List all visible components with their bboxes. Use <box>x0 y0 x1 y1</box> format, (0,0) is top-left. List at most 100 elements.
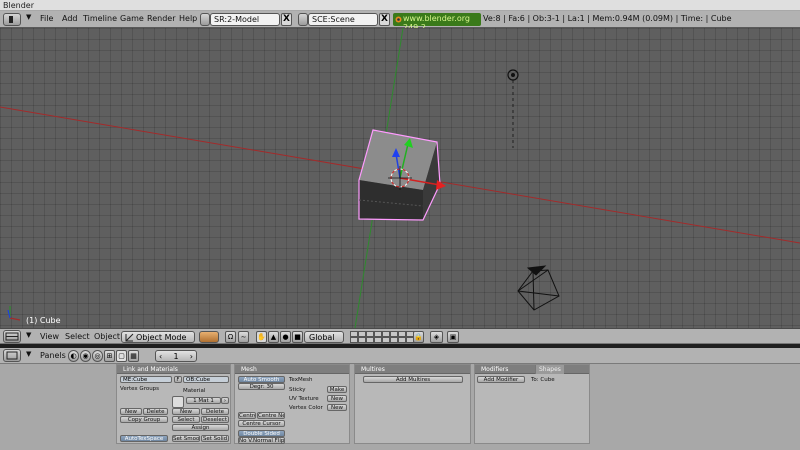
auto-smooth-toggle[interactable]: Auto Smooth <box>238 376 285 383</box>
multires-panel: Multires Add Multires <box>354 364 471 444</box>
screen-browse-button[interactable] <box>200 13 210 26</box>
hand-icon[interactable]: ✋ <box>256 331 267 343</box>
set-solid-button[interactable]: Set Solid <box>201 435 229 442</box>
render-preview-icon[interactable]: ◈ <box>430 331 443 343</box>
modifiers-panel: Modifiers Shapes Add Modifier To: Cube <box>474 364 590 444</box>
screen-name-field[interactable]: SR:2-Model <box>210 13 280 26</box>
material-assign-button[interactable]: Assign <box>172 424 229 431</box>
uv-texture-new-button[interactable]: New <box>327 395 347 402</box>
material-label: Material <box>183 388 206 394</box>
lamp-object <box>507 69 519 148</box>
blender-window: Blender ▼ File Add Timeline Game Render … <box>0 0 800 450</box>
material-delete-button[interactable]: Delete <box>201 408 229 415</box>
menu-view[interactable]: View <box>40 332 59 341</box>
object-mode-icon <box>125 333 134 342</box>
scene-browse-button[interactable] <box>298 13 308 26</box>
menu-help[interactable]: Help <box>179 14 197 23</box>
vertex-color-label: Vertex Color <box>289 405 323 411</box>
screen-delete-button[interactable]: X <box>281 13 292 26</box>
mode-select[interactable]: Object Mode <box>121 331 195 343</box>
add-multires-button[interactable]: Add Multires <box>363 376 463 383</box>
window-type-button[interactable] <box>3 13 21 26</box>
menu-game[interactable]: Game <box>120 14 144 23</box>
layer-lock-icon[interactable]: ∼ <box>238 331 249 343</box>
window-title: Blender <box>3 1 34 10</box>
object-context-icon[interactable]: ⊞ <box>104 350 115 362</box>
degr-field[interactable]: Degr: 30 <box>238 383 285 390</box>
3d-viewport[interactable]: (1) Cube <box>0 28 800 328</box>
manipulator-rotate-icon[interactable]: ● <box>280 331 291 343</box>
buttons-editor-type-button[interactable] <box>3 349 21 362</box>
object-name-field[interactable]: OB:Cube <box>183 376 229 383</box>
page-number-field[interactable]: ‹ 1 › <box>155 350 197 362</box>
menu-select[interactable]: Select <box>65 332 90 341</box>
scene-delete-button[interactable]: X <box>379 13 390 26</box>
scene-name-field[interactable]: SCE:Scene <box>308 13 378 26</box>
pivot-icon[interactable]: Ω <box>225 331 236 343</box>
buttons-window-icon <box>6 351 18 360</box>
scene-context-icon[interactable]: ▦ <box>128 350 139 362</box>
modifier-target-label: To: Cube <box>531 377 555 383</box>
autotexspace-toggle[interactable]: AutoTexSpace <box>120 435 168 442</box>
collapse-header-icon[interactable]: ▼ <box>26 331 31 339</box>
scene-drawing <box>0 28 800 328</box>
mesh-panel-title[interactable]: Mesh <box>235 365 349 374</box>
copy-group-button[interactable]: Copy Group <box>120 416 168 423</box>
blender-org-link[interactable]: www.blender.org 249.2 <box>393 13 481 32</box>
page-next-icon[interactable]: › <box>190 352 193 361</box>
vgroup-new-button[interactable]: New <box>120 408 142 415</box>
3d-view-header: ▼ View Select Object Object Mode Ω ∼ ✋ ▲… <box>0 328 800 344</box>
menu-add[interactable]: Add <box>62 14 78 23</box>
shapes-tab[interactable]: Shapes <box>535 365 564 374</box>
menu-timeline[interactable]: Timeline <box>83 14 117 23</box>
set-smooth-button[interactable]: Set Smooth <box>172 435 200 442</box>
camera-object <box>517 265 560 311</box>
manipulator-scale-icon[interactable]: ■ <box>292 331 303 343</box>
centre-cursor-button[interactable]: Centre Cursor <box>238 420 285 427</box>
material-deselect-button[interactable]: Deselect <box>201 416 229 423</box>
manipulator-translate-icon[interactable]: ▲ <box>268 331 279 343</box>
render-icon[interactable]: ▣ <box>447 331 459 343</box>
window-titlebar: Blender <box>0 0 800 11</box>
blender-logo-icon <box>395 16 402 23</box>
vertex-color-new-button[interactable]: New <box>327 404 347 411</box>
collapse-menu-icon[interactable]: ▼ <box>26 13 31 21</box>
sticky-make-button[interactable]: Make <box>327 386 347 393</box>
sticky-label: Sticky <box>289 387 306 393</box>
menu-object[interactable]: Object <box>94 332 120 341</box>
material-new-button[interactable]: New <box>172 408 200 415</box>
material-color-swatch[interactable] <box>172 396 184 408</box>
add-modifier-button[interactable]: Add Modifier <box>477 376 525 383</box>
scene-stats: Ve:8 | Fa:6 | Ob:3-1 | La:1 | Mem:0.94M … <box>483 14 732 23</box>
editor-type-button[interactable] <box>3 330 21 343</box>
editing-context-icon[interactable]: ▢ <box>116 350 127 362</box>
collapse-buttons-header-icon[interactable]: ▼ <box>26 350 31 358</box>
shading-context-icon[interactable]: ◎ <box>92 350 103 362</box>
vgroup-delete-button[interactable]: Delete <box>143 408 168 415</box>
draw-type-select[interactable] <box>199 331 219 343</box>
page-prev-icon[interactable]: ‹ <box>159 352 162 361</box>
centre-new-button[interactable]: Centre New <box>257 412 285 419</box>
multires-panel-title[interactable]: Multires <box>355 365 470 374</box>
menu-file[interactable]: File <box>40 14 53 23</box>
vertex-groups-label: Vertex Groups <box>120 386 160 392</box>
centre-button[interactable]: Centre <box>238 412 256 419</box>
menu-render[interactable]: Render <box>147 14 175 23</box>
lock-icon[interactable]: 🔒 <box>413 331 424 343</box>
no-vnormal-flip-toggle[interactable]: No V.Normal Flip <box>238 437 285 444</box>
double-sided-toggle[interactable]: Double Sided <box>238 430 285 437</box>
uv-texture-label: UV Texture <box>289 396 319 402</box>
material-count-field[interactable]: 1 Mat 1 <box>186 397 221 404</box>
script-context-icon[interactable]: ◉ <box>80 350 91 362</box>
orientation-select[interactable]: Global <box>304 331 344 343</box>
material-next-button[interactable]: › <box>221 397 229 404</box>
modifiers-panel-title[interactable]: Modifiers Shapes <box>475 365 589 374</box>
modifiers-tab-label[interactable]: Modifiers <box>481 366 508 373</box>
mesh-name-field[interactable]: ME:Cube <box>120 376 172 383</box>
page-number-value: 1 <box>173 352 179 361</box>
info-icon <box>9 16 13 23</box>
logic-context-icon[interactable]: ◐ <box>68 350 79 362</box>
link-materials-title[interactable]: Link and Materials <box>117 365 230 374</box>
material-select-button[interactable]: Select <box>172 416 200 423</box>
fake-user-button[interactable]: F <box>174 376 182 383</box>
